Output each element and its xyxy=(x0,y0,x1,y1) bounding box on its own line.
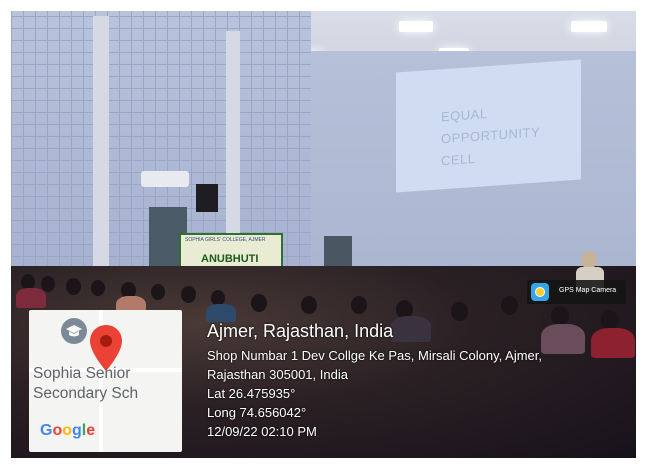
address-line: Shop Numbar 1 Dev Collge Ke Pas, Mirsali… xyxy=(207,348,543,363)
graduation-cap-icon xyxy=(61,318,87,344)
location-info: Ajmer, Rajasthan, India Shop Numbar 1 De… xyxy=(207,320,542,441)
address-line: Rajasthan 305001, India xyxy=(207,367,348,382)
person xyxy=(41,276,55,292)
google-letter: g xyxy=(72,422,82,439)
google-letter: o xyxy=(62,422,73,439)
datetime: 12/09/22 02:10 PM xyxy=(207,424,317,439)
location-title: Ajmer, Rajasthan, India xyxy=(207,321,394,341)
gps-badge-label: GPS Map Camera xyxy=(559,287,617,294)
person xyxy=(91,280,105,296)
gps-map-camera-icon xyxy=(531,283,549,301)
longitude: Long 74.656042° xyxy=(207,405,307,420)
google-letter: G xyxy=(40,422,53,439)
screen-text: CELL xyxy=(441,150,476,169)
person xyxy=(541,324,585,354)
gps-map-camera-badge: GPS Map Camera xyxy=(527,280,626,304)
ceiling-light xyxy=(399,21,433,32)
ceiling-light xyxy=(571,21,607,32)
air-conditioner xyxy=(141,171,189,187)
speaker xyxy=(196,184,218,212)
person xyxy=(551,306,569,326)
person xyxy=(351,296,367,314)
screen-text: OPPORTUNITY xyxy=(441,124,541,147)
screen-text: EQUAL xyxy=(441,106,488,125)
map-place-label: Secondary Sch xyxy=(33,385,139,402)
person xyxy=(301,296,317,314)
person xyxy=(66,278,81,295)
person xyxy=(251,294,267,312)
google-letter: e xyxy=(86,422,96,439)
person xyxy=(181,286,196,303)
google-logo: Google xyxy=(40,422,95,440)
person xyxy=(151,284,165,300)
person xyxy=(591,328,635,358)
banner-college: SOPHIA GIRLS' COLLEGE, AJMER xyxy=(185,237,266,243)
latitude: Lat 26.475935° xyxy=(207,386,296,401)
banner-title: ANUBHUTI xyxy=(201,253,259,265)
person xyxy=(451,302,468,321)
pillar xyxy=(93,16,109,281)
location-map[interactable]: Sophia Senior Secondary Sch Google xyxy=(29,310,182,452)
map-place-label: Sophia Senior xyxy=(33,365,131,382)
projection-screen: EQUAL OPPORTUNITY CELL xyxy=(396,59,581,193)
person xyxy=(16,288,46,308)
google-letter: o xyxy=(52,422,63,439)
person xyxy=(501,296,518,315)
person xyxy=(601,310,619,330)
